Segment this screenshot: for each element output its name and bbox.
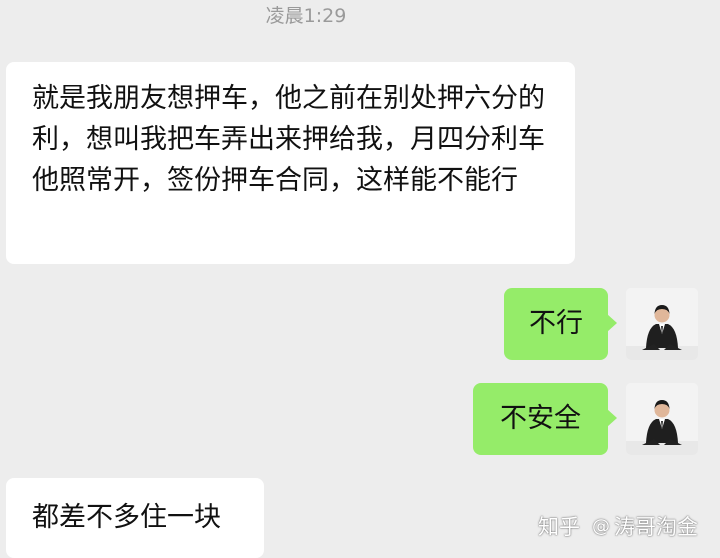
watermark-platform: 知乎	[538, 515, 580, 539]
message-text: 不行	[529, 308, 583, 339]
user-avatar-icon	[626, 288, 698, 360]
avatar[interactable]	[626, 288, 698, 360]
watermark-at: @	[592, 516, 610, 537]
user-avatar-icon	[626, 383, 698, 455]
watermark: 知乎 @ 涛哥淘金	[538, 513, 698, 541]
message-text: 不安全	[500, 403, 581, 434]
message-bubble-incoming[interactable]: 就是我朋友想押车，他之前在别处押六分的利，想叫我把车弄出来押给我，月四分利车他照…	[6, 62, 575, 264]
avatar[interactable]	[626, 383, 698, 455]
message-timestamp: 凌晨1:29	[265, 5, 347, 27]
watermark-author: 涛哥淘金	[614, 515, 698, 539]
message-text: 都差不多住一块	[32, 502, 221, 533]
message-bubble-outgoing[interactable]: 不安全	[473, 383, 617, 455]
message-bubble-outgoing[interactable]: 不行	[504, 288, 617, 360]
message-text: 就是我朋友想押车，他之前在别处押六分的利，想叫我把车弄出来押给我，月四分利车他照…	[32, 83, 545, 196]
message-bubble-incoming[interactable]: 都差不多住一块	[6, 478, 264, 558]
